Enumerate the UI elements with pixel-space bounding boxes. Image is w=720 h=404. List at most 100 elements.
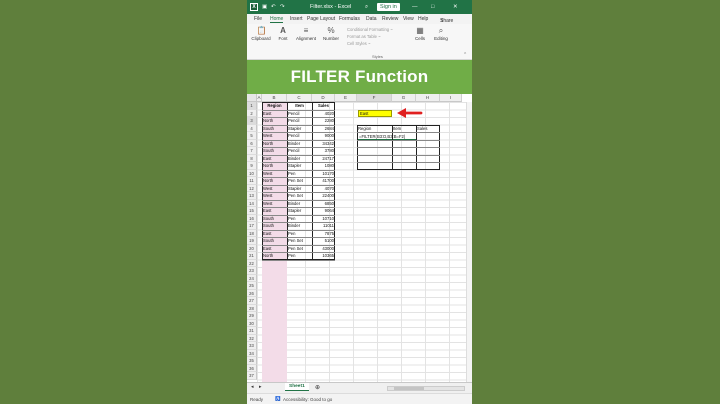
save-icon[interactable]: ▣ [262,3,267,11]
status-ready: Ready [250,397,264,402]
table-divider [287,102,288,260]
table-row-line [262,259,335,261]
row-header[interactable]: 1 [247,102,257,110]
table-row-line [262,132,335,133]
row-header[interactable]: 33 [247,342,257,350]
row-header[interactable]: 23 [247,267,257,275]
row-header[interactable]: 16 [247,214,257,222]
horizontal-scrollbar-thumb[interactable] [394,387,424,390]
tab-help[interactable]: Help [418,16,428,22]
row-header[interactable]: 15 [247,207,257,215]
tab-home[interactable]: Home [270,16,284,23]
row-header[interactable]: 37 [247,372,257,380]
row-header[interactable]: 2 [247,109,257,117]
criteria-cell[interactable]: East [358,109,392,117]
conditional-formatting-button[interactable]: Conditional Formatting ~ [347,27,393,32]
status-bar: Ready ♿ Accessibility: Good to go [247,393,472,404]
row-header[interactable]: 29 [247,312,257,320]
row-header[interactable]: 25 [247,282,257,290]
column-header-d[interactable]: D [312,94,335,102]
cells-label: Cells [414,36,425,41]
redo-icon[interactable]: ↷ [280,3,285,11]
format-as-table-button[interactable]: Format as Table ~ [347,34,381,39]
clipboard-group[interactable]: 📋 Clipboard [250,26,272,41]
row-header[interactable]: 20 [247,244,257,252]
row-header[interactable]: 10 [247,169,257,177]
row-header[interactable]: 18 [247,229,257,237]
select-all-corner[interactable] [247,94,257,102]
tab-page-layout[interactable]: Page Layout [307,16,335,22]
table-row-line [262,184,335,186]
row-header[interactable]: 30 [247,319,257,327]
search-icon[interactable]: ⌕ [365,3,368,11]
sign-in-button[interactable]: Sign in [377,3,400,11]
tab-formulas[interactable]: Formulas [339,16,360,22]
table-row-line [262,222,335,223]
column-header-i[interactable]: I [440,94,462,102]
ribbon: 📋 Clipboard A Font ≡ Alignment % Number … [247,24,472,60]
column-header-b[interactable]: B [262,94,287,102]
next-sheet-icon[interactable]: ▸ [259,385,261,390]
row-header[interactable]: 8 [247,154,257,162]
vertical-scrollbar[interactable] [466,102,472,382]
row-header[interactable]: 5 [247,132,257,140]
row-header[interactable]: 4 [247,124,257,132]
column-header-g[interactable]: G [392,94,416,102]
column-header-c[interactable]: C [287,94,312,102]
ribbon-collapse-icon[interactable]: ⌃ [463,52,467,58]
row-header[interactable]: 22 [247,259,257,267]
row-header[interactable]: 13 [247,192,257,200]
row-header[interactable]: 6 [247,139,257,147]
font-icon: A [280,26,286,35]
prev-sheet-icon[interactable]: ◂ [251,385,253,390]
row-header[interactable]: 32 [247,334,257,342]
row-header[interactable]: 7 [247,147,257,155]
minimize-button[interactable]: — [412,3,418,11]
alignment-group[interactable]: ≡ Alignment [294,26,318,41]
column-header-h[interactable]: H [416,94,440,102]
row-header[interactable]: 9 [247,162,257,170]
horizontal-scrollbar[interactable] [387,386,465,391]
table-row-line [262,177,335,178]
worksheet-grid[interactable]: A B C D E F G H I 1 2 3 4 5 6 7 8 9 10 11 12 13 14 15 1… [247,94,472,382]
row-header[interactable]: 21 [247,252,257,260]
editing-icon: ⌕ [438,26,444,35]
row-header[interactable]: 14 [247,199,257,207]
cells-group[interactable]: ▦ Cells [413,26,427,41]
row-header[interactable]: 26 [247,289,257,297]
close-button[interactable]: ✕ [453,3,458,11]
editing-group[interactable]: ⌕ Editing [431,26,451,41]
row-header[interactable]: 12 [247,184,257,192]
sheet-tab-sheet1[interactable]: Sheet1 [285,383,309,391]
row-header[interactable]: 31 [247,327,257,335]
result-row-line [357,139,440,141]
menu-bar: File Home Insert Page Layout Formulas Da… [247,14,472,24]
row-header[interactable]: 28 [247,304,257,312]
row-header[interactable]: 19 [247,237,257,245]
tab-data[interactable]: Data [366,16,377,22]
font-group[interactable]: A Font [275,26,291,41]
row-header[interactable]: 11 [247,177,257,185]
table-row-line [262,124,335,126]
row-header[interactable]: 35 [247,357,257,365]
row-header[interactable]: 24 [247,274,257,282]
undo-icon[interactable]: ↶ [271,3,276,11]
add-sheet-icon[interactable]: ⊕ [315,384,320,391]
tab-view[interactable]: View [403,16,414,22]
row-header[interactable]: 17 [247,222,257,230]
number-group[interactable]: % Number [321,26,341,41]
table-row-line [262,229,335,231]
row-header[interactable]: 36 [247,364,257,372]
column-header-f[interactable]: F [357,94,392,102]
row-header[interactable]: 27 [247,297,257,305]
row-header[interactable]: 34 [247,349,257,357]
result-row-line [357,132,440,133]
tab-insert[interactable]: Insert [290,16,303,22]
column-header-e[interactable]: E [335,94,357,102]
tab-review[interactable]: Review [382,16,398,22]
accessibility-status[interactable]: Accessibility: Good to go [283,397,332,402]
tab-file[interactable]: File [254,16,262,22]
maximize-button[interactable]: □ [431,3,434,11]
row-header[interactable]: 3 [247,117,257,125]
cell-styles-button[interactable]: Cell Styles ~ [347,41,370,46]
